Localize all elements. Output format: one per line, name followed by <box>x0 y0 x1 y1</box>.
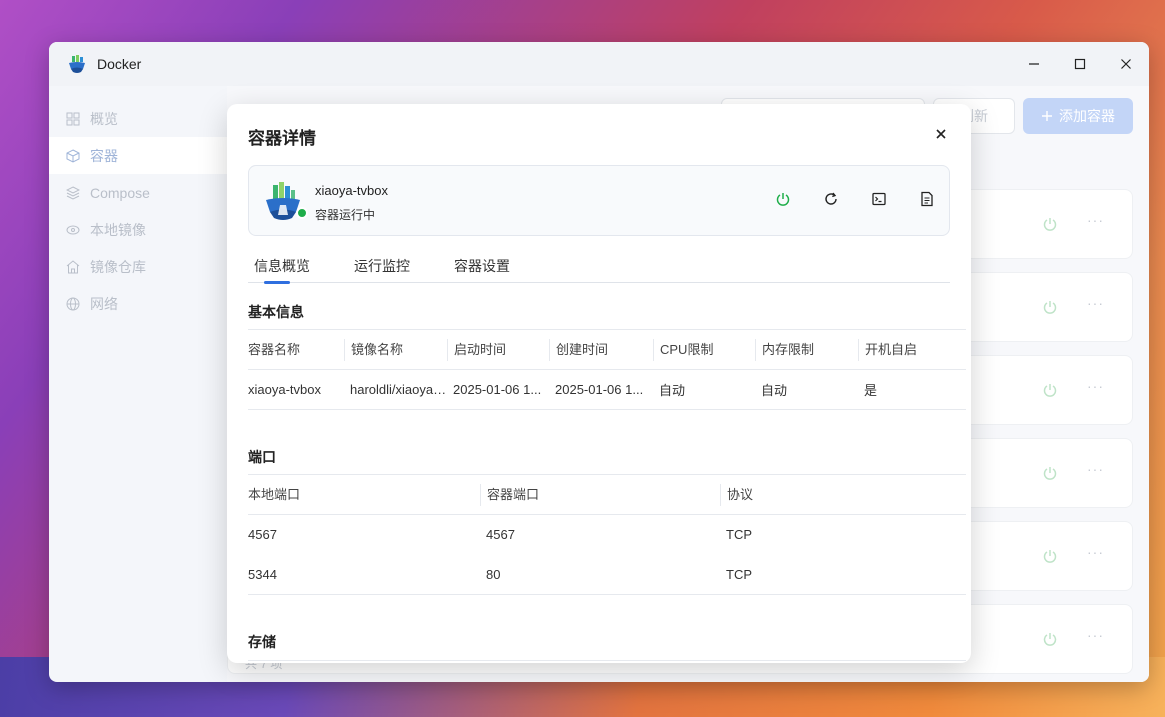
power-icon[interactable] <box>1042 548 1058 564</box>
power-icon[interactable] <box>1042 465 1058 481</box>
cube-icon <box>66 148 80 163</box>
tab-overview[interactable]: 信息概览 <box>248 254 316 284</box>
close-window-button[interactable] <box>1103 42 1149 86</box>
sidebar-item-local-images[interactable]: 本地镜像 <box>49 211 227 248</box>
sidebar-item-compose[interactable]: Compose <box>49 174 227 211</box>
storage-divider <box>248 660 966 661</box>
column-header: 内存限制 <box>755 338 858 361</box>
power-icon[interactable] <box>1042 382 1058 398</box>
maximize-button[interactable] <box>1057 42 1103 86</box>
table-row: 4567 4567 TCP <box>248 515 966 555</box>
layers-icon <box>66 185 80 200</box>
sidebar-item-label: 本地镜像 <box>90 221 146 238</box>
column-header: 容器名称 <box>248 341 301 357</box>
container-actions <box>775 191 935 207</box>
column-header: 开机自启 <box>858 338 966 361</box>
table-cell: 2025-01-06 1... <box>555 382 644 397</box>
dialog-title: 容器详情 <box>248 129 316 148</box>
power-icon[interactable] <box>775 191 791 207</box>
title-bar: Docker <box>49 42 1149 86</box>
window-controls <box>1011 42 1149 86</box>
detail-tabs: 信息概览 运行监控 容器设置 <box>248 254 950 284</box>
tab-label: 容器设置 <box>454 258 510 274</box>
sidebar-item-label: 容器 <box>90 147 118 164</box>
table-row: xiaoya-tvbox haroldli/xiaoya-tvbox 2025-… <box>248 369 966 410</box>
running-status-dot <box>296 207 308 219</box>
more-icon[interactable]: ··· <box>1087 378 1104 394</box>
tab-settings[interactable]: 容器设置 <box>448 254 516 283</box>
column-header: 协议 <box>720 483 966 506</box>
store-icon <box>66 259 80 273</box>
basic-info-table: 容器名称 镜像名称 启动时间 创建时间 CPU限制 内存限制 开机自启 xiao… <box>248 329 966 410</box>
sidebar-item-label: Compose <box>90 184 150 201</box>
tab-label: 信息概览 <box>254 258 310 274</box>
table-cell: 自动 <box>761 383 788 398</box>
disc-icon <box>66 225 80 234</box>
sidebar-item-label: 概览 <box>90 110 118 127</box>
plus-icon <box>1042 111 1052 121</box>
grid-icon <box>66 112 80 125</box>
sidebar-item-label: 镜像仓库 <box>90 258 146 275</box>
more-icon[interactable]: ··· <box>1087 212 1104 228</box>
container-summary-card: xiaoya-tvbox 容器运行中 <box>248 165 950 236</box>
column-header: 镜像名称 <box>344 338 447 361</box>
ports-title: 端口 <box>248 449 276 465</box>
table-cell: 是 <box>864 383 878 398</box>
close-icon[interactable] <box>933 126 949 142</box>
add-container-label: 添加容器 <box>1059 108 1115 124</box>
minimize-button[interactable] <box>1011 42 1057 86</box>
maximize-icon <box>1074 58 1086 70</box>
table-cell: 2025-01-06 1... <box>453 382 542 397</box>
column-header: 本地端口 <box>248 486 301 502</box>
container-detail-dialog: 容器详情 xiaoya-tvbox 容器运行中 信息概览 运行监控 容器设置 基… <box>227 104 971 663</box>
column-header: CPU限制 <box>653 338 755 361</box>
globe-icon <box>66 297 80 310</box>
ports-table: 本地端口 容器端口 协议 4567 4567 TCP 5344 80 TCP <box>248 474 966 595</box>
table-cell: 4567 <box>486 527 515 543</box>
power-icon[interactable] <box>1042 299 1058 315</box>
table-cell: TCP <box>726 566 752 582</box>
basic-info-title: 基本信息 <box>248 304 304 320</box>
table-header-row: 容器名称 镜像名称 启动时间 创建时间 CPU限制 内存限制 开机自启 <box>248 329 966 370</box>
more-icon[interactable]: ··· <box>1087 544 1104 560</box>
sidebar-item-network[interactable]: 网络 <box>49 285 227 322</box>
table-cell: 4567 <box>248 527 277 543</box>
more-icon[interactable]: ··· <box>1087 461 1104 477</box>
minimize-icon <box>1029 63 1039 65</box>
close-icon <box>1121 59 1131 69</box>
table-cell: haroldli/xiaoya-tvbox <box>350 382 447 397</box>
table-row: 5344 80 TCP <box>248 554 966 595</box>
table-cell: 80 <box>486 566 501 582</box>
table-cell: 5344 <box>248 566 277 582</box>
window-title: Docker <box>97 56 142 72</box>
tab-monitor[interactable]: 运行监控 <box>348 254 416 283</box>
storage-title: 存储 <box>248 634 276 650</box>
terminal-icon[interactable] <box>871 191 887 207</box>
table-cell: TCP <box>726 527 752 543</box>
more-icon[interactable]: ··· <box>1087 627 1104 643</box>
table-cell: xiaoya-tvbox <box>248 382 321 397</box>
sidebar-item-label: 网络 <box>90 295 118 312</box>
docker-app-logo <box>69 55 85 73</box>
tab-label: 运行监控 <box>354 258 410 274</box>
more-icon[interactable]: ··· <box>1087 295 1104 311</box>
sidebar-item-containers[interactable]: 容器 <box>49 137 227 174</box>
restart-icon[interactable] <box>823 191 839 207</box>
container-name: xiaoya-tvbox <box>315 183 388 198</box>
column-header: 容器端口 <box>480 483 720 506</box>
sidebar-item-image-registry[interactable]: 镜像仓库 <box>49 248 227 285</box>
log-icon[interactable] <box>919 191 935 207</box>
column-header: 创建时间 <box>549 338 653 361</box>
power-icon[interactable] <box>1042 216 1058 232</box>
column-header: 启动时间 <box>447 338 549 361</box>
container-status: 容器运行中 <box>315 208 376 222</box>
power-icon[interactable] <box>1042 631 1058 647</box>
table-header-row: 本地端口 容器端口 协议 <box>248 474 966 515</box>
table-cell: 自动 <box>659 383 686 398</box>
add-container-button[interactable]: 添加容器 <box>1023 98 1133 134</box>
sidebar-item-overview[interactable]: 概览 <box>49 100 227 137</box>
sidebar: 概览 容器 Compose 本地镜像 镜像仓库 网络 <box>49 86 227 682</box>
